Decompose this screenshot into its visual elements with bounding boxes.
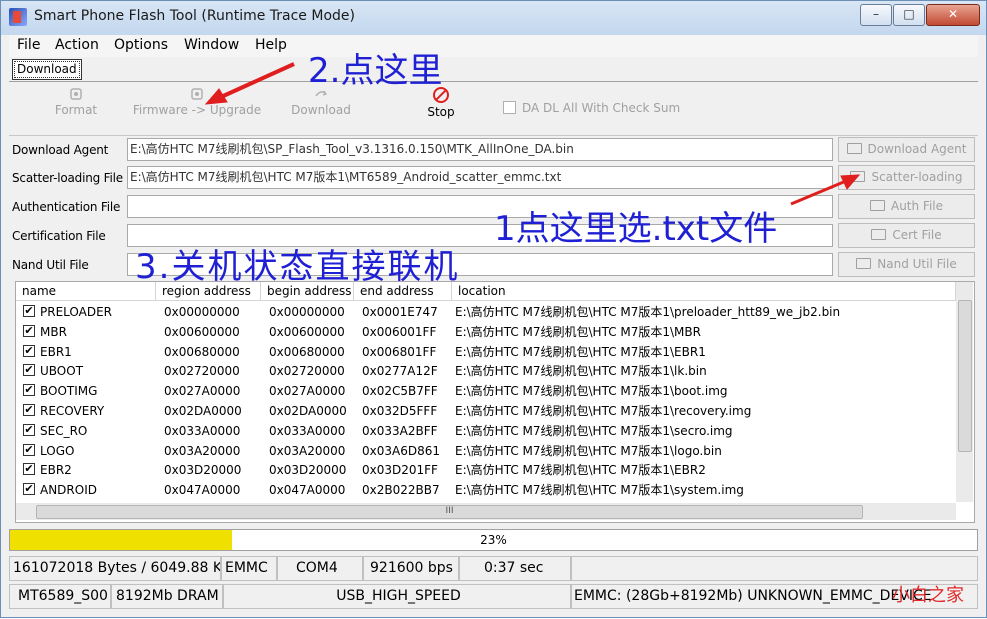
arrow-to-firmware-upgrade bbox=[204, 62, 295, 105]
watermark: 小白之家 bbox=[892, 585, 964, 606]
annotation-arrows bbox=[204, 62, 861, 206]
flash-tool-window: Smart Phone Flash Tool (Runtime Trace Mo… bbox=[0, 0, 987, 618]
arrow-to-scatter-loading bbox=[790, 174, 861, 206]
